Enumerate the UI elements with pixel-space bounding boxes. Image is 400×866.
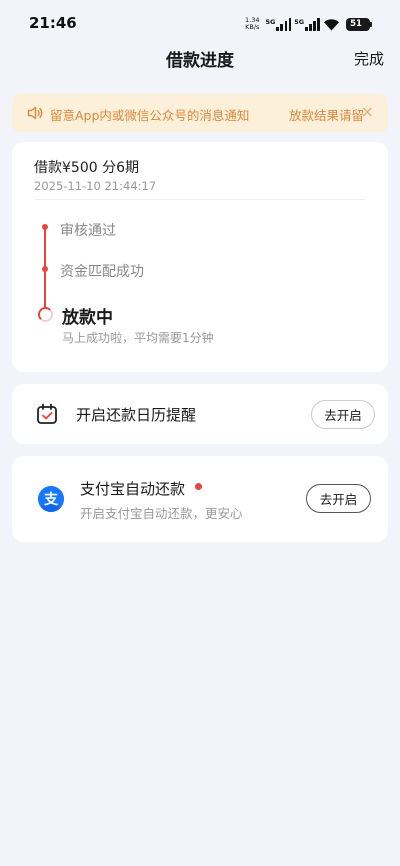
step-review-passed: 审核通过 bbox=[60, 223, 116, 239]
loan-progress-screen: 21:46 1.34 KB/s 5G 5G 51 借款进度 完成 留意App内或… bbox=[0, 0, 400, 866]
alipay-autopay-title: 支付宝自动还款 bbox=[80, 480, 186, 498]
status-indicators: 1.34 KB/s 5G 5G 51 bbox=[245, 15, 372, 33]
calendar-reminder-card[interactable]: 开启还款日历提醒 去开启 bbox=[12, 384, 388, 444]
alipay-autopay-subtitle: 开启支付宝自动还款，更安心 bbox=[80, 506, 243, 521]
loading-spinner-icon bbox=[38, 307, 53, 322]
step-disbursing: 放款中 bbox=[62, 308, 113, 328]
loan-progress-card: 借款¥500 分6期 2025-11-10 21:44:17 审核通过 资金匹配… bbox=[12, 142, 388, 372]
enable-calendar-button[interactable]: 去开启 bbox=[311, 400, 375, 429]
timeline-dot bbox=[42, 224, 48, 230]
signal-bars-icon bbox=[305, 17, 320, 31]
notice-text-tail: 放款结果请留 bbox=[289, 108, 365, 123]
wifi-icon bbox=[324, 18, 339, 30]
battery-icon: 51 bbox=[346, 17, 372, 31]
signal-2: 5G bbox=[294, 17, 320, 31]
nav-bar: 借款进度 完成 bbox=[0, 42, 400, 74]
page-title: 借款进度 bbox=[166, 51, 234, 71]
signal-bars-icon bbox=[276, 17, 292, 31]
calendar-check-icon bbox=[37, 403, 57, 424]
notice-text: 留意App内或微信公众号的消息通知 bbox=[50, 108, 250, 123]
svg-text:支: 支 bbox=[43, 491, 59, 508]
status-time: 21:46 bbox=[29, 14, 77, 32]
done-button[interactable]: 完成 bbox=[354, 48, 384, 69]
network-speed: 1.34 KB/s bbox=[245, 16, 260, 31]
step-fund-matched: 资金匹配成功 bbox=[60, 264, 144, 280]
loan-summary: 借款¥500 分6期 bbox=[34, 160, 139, 176]
alipay-autopay-card[interactable]: 支 支付宝自动还款 开启支付宝自动还款，更安心 去开启 bbox=[12, 456, 388, 542]
enable-alipay-button[interactable]: 去开启 bbox=[306, 484, 371, 513]
calendar-reminder-label: 开启还款日历提醒 bbox=[76, 406, 197, 424]
loan-timestamp: 2025-11-10 21:44:17 bbox=[34, 179, 157, 193]
status-bar: 21:46 1.34 KB/s 5G 5G 51 bbox=[0, 0, 400, 48]
notice-banner: 留意App内或微信公众号的消息通知 放款结果请留 × bbox=[12, 94, 388, 132]
signal-1: 5G bbox=[266, 17, 292, 31]
step-disbursing-hint: 马上成功啦，平均需要1分钟 bbox=[62, 331, 214, 345]
close-icon[interactable]: × bbox=[361, 104, 374, 120]
divider bbox=[34, 199, 366, 200]
new-badge-dot bbox=[195, 483, 202, 490]
speaker-icon bbox=[27, 106, 43, 120]
alipay-logo-icon: 支 bbox=[38, 486, 64, 512]
timeline-dot bbox=[42, 266, 48, 272]
